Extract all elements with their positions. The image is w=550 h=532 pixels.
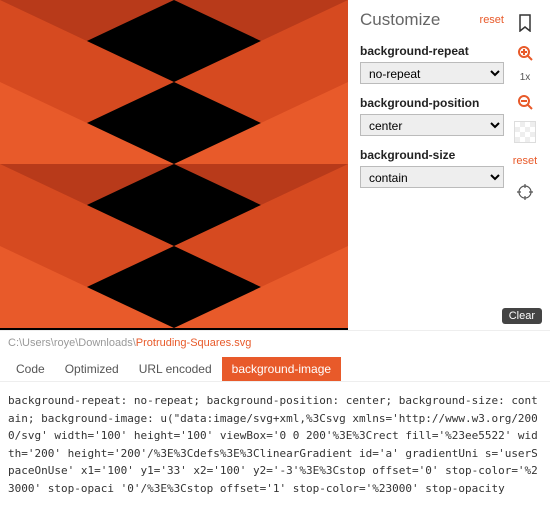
bg-position-label: background-position (360, 96, 504, 110)
file-path: C:\Users\roye\Downloads\Protruding-Squar… (0, 330, 550, 353)
zoom-out-icon[interactable] (514, 91, 536, 113)
bookmark-icon[interactable] (514, 12, 536, 34)
bg-position-select[interactable]: center (360, 114, 504, 136)
zoom-level: 1x (520, 72, 531, 83)
output-tabs: Code Optimized URL encoded background-im… (0, 353, 550, 382)
tab-optimized[interactable]: Optimized (55, 357, 129, 381)
side-reset-link[interactable]: reset (513, 155, 537, 167)
target-icon[interactable] (514, 181, 536, 203)
tab-background-image[interactable]: background-image (222, 357, 341, 381)
bg-size-label: background-size (360, 148, 504, 162)
clear-button[interactable]: Clear (502, 308, 542, 324)
bg-repeat-select[interactable]: no-repeat (360, 62, 504, 84)
bg-repeat-label: background-repeat (360, 44, 504, 58)
zoom-in-icon[interactable] (514, 42, 536, 64)
bg-size-select[interactable]: contain (360, 166, 504, 188)
reset-link[interactable]: reset (480, 14, 504, 26)
tab-url-encoded[interactable]: URL encoded (129, 357, 222, 381)
customize-title: Customize (360, 10, 440, 30)
code-output[interactable]: background-repeat: no-repeat; background… (0, 382, 550, 502)
preview-canvas (0, 0, 348, 330)
transparency-toggle[interactable] (514, 121, 536, 143)
tab-code[interactable]: Code (6, 357, 55, 381)
